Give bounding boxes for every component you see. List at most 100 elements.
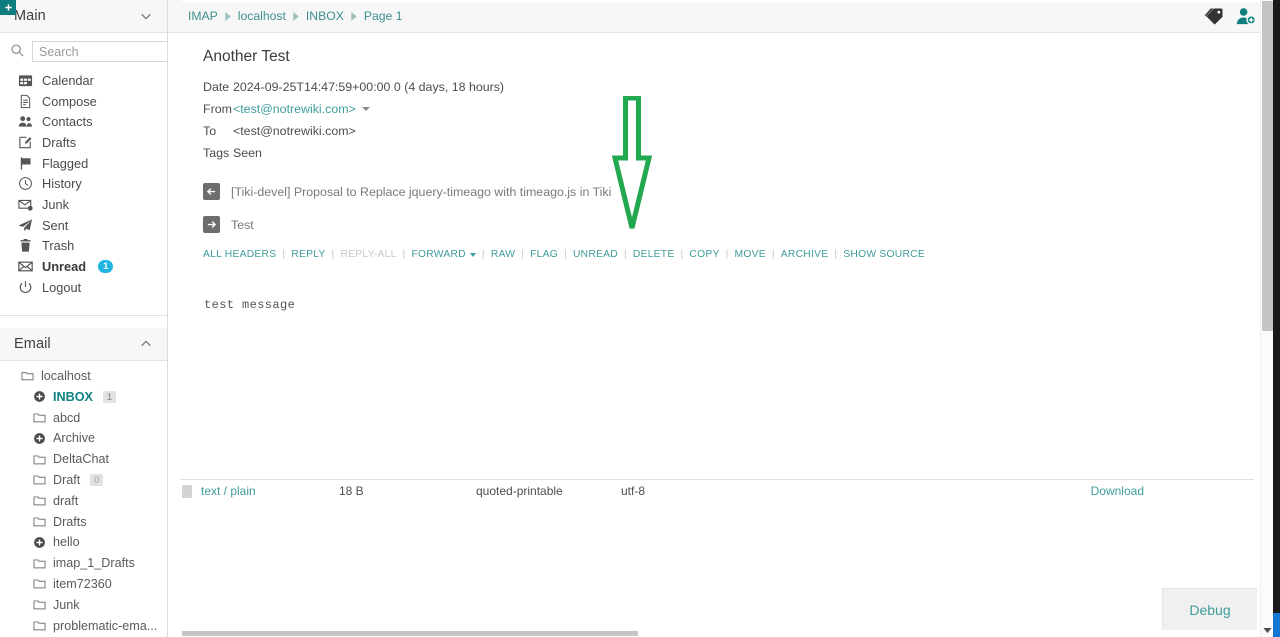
attachment-divider bbox=[180, 479, 1254, 480]
page-title: Another Test bbox=[168, 33, 1280, 66]
main-panel-title: Main bbox=[14, 8, 46, 24]
vertical-scrollbar-thumb[interactable] bbox=[1262, 1, 1273, 331]
breadcrumb: IMAP localhost INBOX Page 1 bbox=[168, 0, 1280, 33]
search-input[interactable] bbox=[32, 41, 168, 62]
plus-circle-icon[interactable] bbox=[33, 536, 46, 549]
action-separator: | bbox=[766, 249, 781, 260]
main-menu: Calendar Compose Contacts bbox=[0, 33, 167, 308]
breadcrumb-item-imap[interactable]: IMAP bbox=[188, 9, 218, 23]
folder-item-deltachat[interactable]: DeltaChat bbox=[0, 449, 167, 470]
sidebar-item-sent[interactable]: Sent bbox=[0, 215, 167, 236]
folder-label: draft bbox=[53, 494, 78, 508]
vertical-scrollbar[interactable] bbox=[1260, 0, 1273, 637]
prev-message-row[interactable]: [Tiki-devel] Proposal to Replace jquery-… bbox=[203, 180, 1280, 203]
horizontal-scrollbar[interactable] bbox=[182, 625, 1260, 637]
folder-icon bbox=[33, 411, 46, 424]
action-unread[interactable]: UNREAD bbox=[573, 249, 618, 260]
folder-label: problematic-ema... bbox=[53, 619, 157, 633]
envelope-icon bbox=[18, 259, 33, 274]
chevron-down-icon[interactable] bbox=[139, 9, 153, 23]
sidebar-item-contacts[interactable]: Contacts bbox=[0, 111, 167, 132]
folder-icon bbox=[33, 494, 46, 507]
contacts-icon bbox=[18, 114, 33, 129]
folder-item-drafts[interactable]: Drafts bbox=[0, 511, 167, 532]
plus-circle-icon[interactable] bbox=[33, 432, 46, 445]
sidebar-item-flagged[interactable]: Flagged bbox=[0, 153, 167, 174]
folder-item-draft[interactable]: draft bbox=[0, 490, 167, 511]
folder-icon bbox=[33, 557, 46, 570]
folder-label: DeltaChat bbox=[53, 452, 109, 466]
folder-item-item72360[interactable]: item72360 bbox=[0, 574, 167, 595]
sidebar-item-calendar[interactable]: Calendar bbox=[0, 70, 167, 91]
main-panel-header[interactable]: Main bbox=[0, 0, 167, 33]
action-separator: | bbox=[276, 249, 291, 260]
folder-label: Draft bbox=[53, 473, 80, 487]
plus-circle-icon[interactable] bbox=[33, 390, 46, 403]
folder-icon bbox=[33, 515, 46, 528]
pencil-square-icon bbox=[18, 135, 33, 150]
next-message-label[interactable]: Test bbox=[231, 218, 254, 232]
message-view: Another Test Date 2024-09-25T14:47:59+00… bbox=[168, 33, 1280, 312]
folder-item-imap-1-drafts[interactable]: imap_1_Drafts bbox=[0, 553, 167, 574]
action-archive[interactable]: ARCHIVE bbox=[781, 249, 829, 260]
folder-item-archive[interactable]: Archive bbox=[0, 428, 167, 449]
sidebar-item-junk[interactable]: Junk bbox=[0, 194, 167, 215]
sidebar-item-drafts[interactable]: Drafts bbox=[0, 132, 167, 153]
sidebar-item-compose[interactable]: Compose bbox=[0, 91, 167, 112]
action-forward[interactable]: FORWARD bbox=[411, 249, 465, 260]
action-reply-all: REPLY-ALL bbox=[340, 249, 396, 260]
header-value-from-address[interactable]: <test@notrewiki.com> bbox=[233, 102, 356, 116]
header-key: To bbox=[203, 124, 233, 138]
sidebar-item-trash[interactable]: Trash bbox=[0, 236, 167, 257]
next-message-row[interactable]: Test bbox=[203, 213, 1280, 236]
breadcrumb-item-inbox[interactable]: INBOX bbox=[306, 9, 344, 23]
sidebar-item-label: Flagged bbox=[42, 156, 88, 171]
arrow-right-icon[interactable] bbox=[203, 216, 220, 233]
header-key: Tags bbox=[203, 146, 233, 160]
folder-item-junk[interactable]: Junk bbox=[0, 594, 167, 615]
calendar-icon bbox=[18, 73, 33, 88]
top-strip bbox=[182, 0, 1260, 2]
sidebar-divider bbox=[0, 315, 167, 316]
folder-item-hello[interactable]: hello bbox=[0, 532, 167, 553]
action-show-source[interactable]: SHOW SOURCE bbox=[843, 249, 925, 260]
header-row-date: Date 2024-09-25T14:47:59+00:00 0 (4 days… bbox=[203, 76, 1280, 98]
add-contact-icon[interactable] bbox=[1236, 7, 1256, 26]
sidebar-item-history[interactable]: History bbox=[0, 173, 167, 194]
tags-icon[interactable] bbox=[1205, 7, 1224, 26]
action-separator: | bbox=[720, 249, 735, 260]
attachment-mime-type[interactable]: text / plain bbox=[201, 484, 339, 498]
message-headers: Date 2024-09-25T14:47:59+00:00 0 (4 days… bbox=[203, 76, 1280, 164]
chevron-up-icon[interactable] bbox=[139, 337, 153, 351]
junk-envelope-icon bbox=[18, 197, 33, 212]
attachment-row: text / plain 18 B quoted-printable utf-8… bbox=[180, 482, 1254, 500]
action-all-headers[interactable]: ALL HEADERS bbox=[203, 249, 276, 260]
folder-item-abcd[interactable]: abcd bbox=[0, 407, 167, 428]
folder-item-inbox[interactable]: INBOX 1 bbox=[0, 386, 167, 407]
action-flag[interactable]: FLAG bbox=[530, 249, 558, 260]
action-separator: | bbox=[618, 249, 633, 260]
action-delete[interactable]: DELETE bbox=[633, 249, 675, 260]
folder-item-localhost[interactable]: localhost bbox=[0, 366, 167, 387]
action-raw[interactable]: RAW bbox=[491, 249, 515, 260]
breadcrumb-item-localhost[interactable]: localhost bbox=[238, 9, 286, 23]
prev-message-label[interactable]: [Tiki-devel] Proposal to Replace jquery-… bbox=[231, 185, 611, 199]
debug-button[interactable]: Debug bbox=[1162, 588, 1257, 630]
folder-count-badge: 0 bbox=[90, 474, 103, 486]
action-reply[interactable]: REPLY bbox=[291, 249, 325, 260]
email-panel-header[interactable]: Email bbox=[0, 328, 167, 361]
breadcrumb-item-page[interactable]: Page 1 bbox=[364, 9, 403, 23]
action-move[interactable]: MOVE bbox=[735, 249, 766, 260]
plus-badge-icon[interactable] bbox=[0, 0, 16, 15]
attachment-download-link[interactable]: Download bbox=[1091, 484, 1144, 498]
arrow-left-icon[interactable] bbox=[203, 183, 220, 200]
header-value: <test@notrewiki.com> bbox=[233, 124, 356, 138]
folder-item-problematic-emails[interactable]: problematic-ema... bbox=[0, 615, 167, 636]
folder-item-draft-cap[interactable]: Draft 0 bbox=[0, 470, 167, 491]
chevron-down-icon[interactable] bbox=[362, 107, 370, 111]
sidebar-item-unread[interactable]: Unread 1 bbox=[0, 256, 167, 277]
sidebar-item-logout[interactable]: Logout bbox=[0, 277, 167, 298]
caret-right-icon bbox=[350, 12, 358, 21]
action-copy[interactable]: COPY bbox=[689, 249, 719, 260]
horizontal-scrollbar-thumb[interactable] bbox=[182, 631, 638, 636]
